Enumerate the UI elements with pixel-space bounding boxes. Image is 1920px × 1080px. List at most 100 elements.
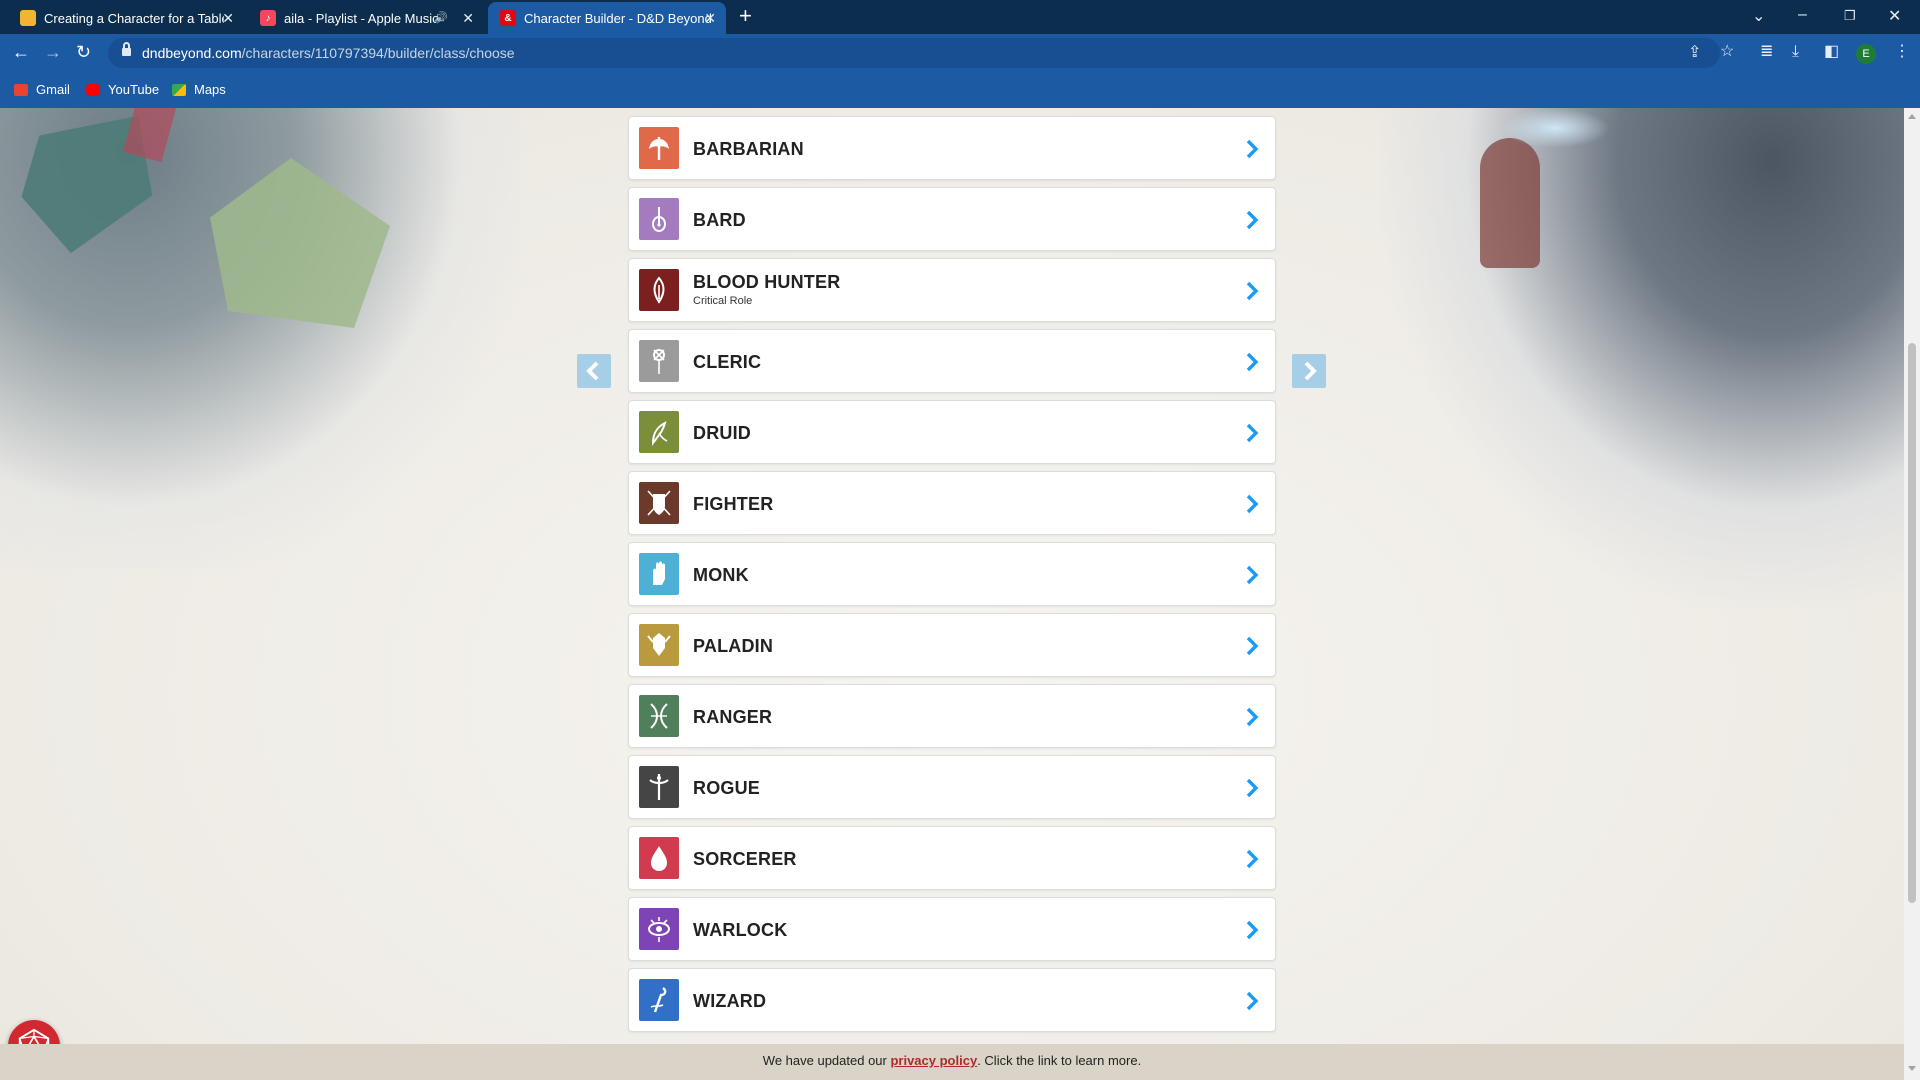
background-art-adventurers [1380, 108, 1904, 608]
wizard-staff-icon [639, 979, 679, 1021]
chevron-right-icon[interactable] [1241, 492, 1263, 516]
chevron-right-icon[interactable] [1241, 208, 1263, 232]
browser-toolbar: ← → ↻ dndbeyond.com/characters/110797394… [0, 34, 1920, 72]
bookmarks-bar: Gmail YouTube Maps [0, 72, 1920, 108]
favicon-icon [20, 10, 36, 26]
class-item-paladin[interactable]: PALADIN [628, 613, 1276, 677]
class-item-fighter[interactable]: FIGHTER [628, 471, 1276, 535]
sorcerer-flame-icon [639, 837, 679, 879]
address-bar[interactable]: dndbeyond.com/characters/110797394/build… [108, 38, 1720, 68]
chevron-right-icon[interactable] [1241, 421, 1263, 445]
chevron-right-icon[interactable] [1241, 918, 1263, 942]
chevron-right-icon[interactable] [1241, 563, 1263, 587]
side-panel-icon[interactable]: ◧ [1824, 43, 1839, 61]
class-name: MONK [693, 565, 749, 585]
class-name: WARLOCK [693, 920, 788, 940]
class-name: CLERIC [693, 352, 762, 372]
warlock-eye-icon [639, 908, 679, 950]
adventurer-figure [1480, 138, 1540, 268]
class-name: BLOOD HUNTER [693, 272, 841, 292]
youtube-icon [86, 83, 100, 96]
close-icon[interactable]: ✕ [704, 10, 716, 27]
url-text[interactable]: dndbeyond.com/characters/110797394/build… [142, 45, 515, 61]
maps-icon [172, 83, 186, 96]
share-icon[interactable]: ⇪ [1688, 44, 1701, 62]
class-item-druid[interactable]: DRUID [628, 400, 1276, 464]
class-name: FIGHTER [693, 494, 774, 514]
close-icon[interactable]: ✕ [462, 10, 474, 27]
tab-search-icon[interactable]: ⌄ [1752, 6, 1765, 26]
rogue-dagger-icon [639, 766, 679, 808]
tab-creating-character[interactable]: Creating a Character for a Table ✕ [8, 2, 244, 34]
class-name: BARD [693, 210, 746, 230]
class-list: BARBARIAN BARD BLOOD HUNTER Critical Role CL… [628, 116, 1276, 1039]
chevron-right-icon[interactable] [1241, 989, 1263, 1013]
cleric-mace-icon [639, 340, 679, 382]
menu-icon[interactable]: ⋮ [1894, 43, 1910, 61]
chevron-right-icon[interactable] [1241, 634, 1263, 658]
chevron-right-icon[interactable] [1241, 776, 1263, 800]
class-item-bard[interactable]: BARD [628, 187, 1276, 251]
blood-hunter-icon [639, 269, 679, 311]
new-tab-button[interactable]: + [739, 5, 752, 27]
scrollbar[interactable] [1904, 108, 1920, 1080]
class-item-wizard[interactable]: WIZARD [628, 968, 1276, 1032]
profile-avatar[interactable]: E [1856, 44, 1876, 64]
next-page-button[interactable] [1292, 354, 1326, 388]
restore-button[interactable]: ❐ [1844, 8, 1856, 24]
lock-icon[interactable] [122, 42, 131, 57]
bookmark-maps[interactable]: Maps [172, 82, 226, 97]
privacy-notice-banner: We have updated our privacy policy. Clic… [0, 1044, 1904, 1080]
ranger-bow-icon [639, 695, 679, 737]
media-control-icon[interactable]: ≣ [1760, 43, 1773, 61]
close-icon[interactable]: ✕ [222, 10, 234, 27]
privacy-policy-link[interactable]: privacy policy [890, 1053, 977, 1068]
bookmark-gmail[interactable]: Gmail [14, 82, 70, 97]
fighter-shield-icon [639, 482, 679, 524]
class-item-barbarian[interactable]: BARBARIAN [628, 116, 1276, 180]
paladin-helm-icon [639, 624, 679, 666]
bard-lute-icon [639, 198, 679, 240]
class-item-blood-hunter[interactable]: BLOOD HUNTER Critical Role [628, 258, 1276, 322]
prev-page-button[interactable] [577, 354, 611, 388]
tab-apple-music[interactable]: ♪ aila - Playlist - Apple Music 🔊 ✕ [248, 2, 484, 34]
back-button[interactable]: ← [12, 42, 30, 62]
chevron-right-icon [1304, 361, 1317, 381]
barbarian-axe-icon [639, 127, 679, 169]
chevron-right-icon[interactable] [1241, 350, 1263, 374]
tab-title: aila - Playlist - Apple Music [284, 10, 439, 26]
class-source: Critical Role [693, 295, 753, 307]
class-item-cleric[interactable]: CLERIC [628, 329, 1276, 393]
class-name: ROGUE [693, 778, 761, 798]
class-name: PALADIN [693, 636, 774, 656]
minimize-button[interactable]: – [1798, 6, 1807, 24]
druid-leaf-icon [639, 411, 679, 453]
chevron-left-icon [586, 361, 599, 381]
class-item-sorcerer[interactable]: SORCERER [628, 826, 1276, 890]
apple-music-icon: ♪ [260, 10, 276, 26]
scroll-up-arrow[interactable] [1908, 114, 1916, 119]
speaker-icon[interactable]: 🔊 [434, 11, 448, 24]
class-item-rogue[interactable]: ROGUE [628, 755, 1276, 819]
dndbeyond-icon: & [500, 10, 516, 26]
chevron-right-icon[interactable] [1241, 847, 1263, 871]
tab-character-builder[interactable]: & Character Builder - D&D Beyond ✕ [488, 2, 726, 34]
bookmark-youtube[interactable]: YouTube [86, 82, 159, 97]
download-icon[interactable]: ⤓ [1792, 43, 1799, 61]
chevron-right-icon[interactable] [1241, 137, 1263, 161]
class-name: WIZARD [693, 991, 767, 1011]
bookmark-star-icon[interactable]: ☆ [1720, 43, 1734, 61]
class-name: BARBARIAN [693, 139, 804, 159]
class-item-warlock[interactable]: WARLOCK [628, 897, 1276, 961]
chevron-right-icon[interactable] [1241, 705, 1263, 729]
class-item-monk[interactable]: MONK [628, 542, 1276, 606]
scroll-thumb[interactable] [1908, 343, 1916, 903]
magic-glow [1500, 108, 1610, 148]
class-item-ranger[interactable]: RANGER [628, 684, 1276, 748]
forward-button[interactable]: → [44, 42, 62, 62]
scroll-down-arrow[interactable] [1908, 1066, 1916, 1071]
class-name: DRUID [693, 423, 751, 443]
window-close-button[interactable]: ✕ [1888, 6, 1901, 26]
reload-button[interactable]: ↻ [76, 42, 91, 62]
chevron-right-icon[interactable] [1241, 279, 1263, 303]
